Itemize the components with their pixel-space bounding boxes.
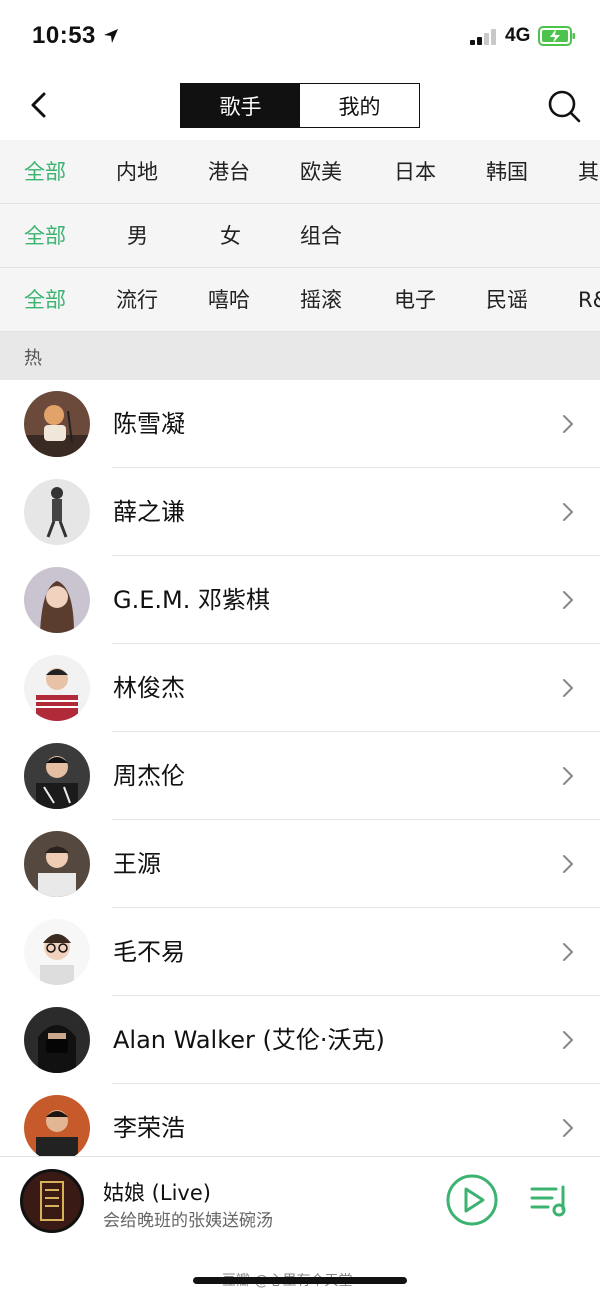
playlist-queue-icon[interactable]	[530, 1183, 570, 1217]
chevron-right-icon	[563, 503, 573, 521]
network-type: 4G	[505, 25, 531, 46]
artist-row[interactable]: 林俊杰	[0, 644, 600, 732]
avatar	[24, 655, 90, 721]
artist-name: 周杰伦	[113, 762, 185, 790]
chevron-right-icon	[563, 767, 573, 785]
gender-filter-row: 全部 男 女 组合	[0, 204, 600, 268]
chevron-right-icon	[563, 591, 573, 609]
cellular-signal-icon	[470, 29, 498, 45]
avatar	[24, 567, 90, 633]
filter-gender-group[interactable]: 组合	[300, 204, 342, 267]
chevron-right-icon	[563, 943, 573, 961]
avatar	[24, 479, 90, 545]
artist-row[interactable]: 薛之谦	[0, 468, 600, 556]
artist-name: 薛之谦	[113, 498, 185, 526]
battery-charging-icon	[538, 26, 575, 46]
status-bar: 10:53 4G	[0, 0, 600, 72]
filter-region-western[interactable]: 欧美	[300, 140, 342, 203]
now-playing-title: 姑娘 (Live)	[103, 1181, 211, 1205]
play-icon[interactable]	[445, 1173, 499, 1227]
artist-name: 陈雪凝	[113, 410, 185, 438]
top-nav: 歌手 我的	[0, 72, 600, 140]
artist-name: Alan Walker (艾伦·沃克)	[113, 1026, 385, 1054]
section-header-hot: 热	[0, 332, 600, 380]
section-title: 热	[24, 348, 42, 369]
artist-row[interactable]: 周杰伦	[0, 732, 600, 820]
avatar	[24, 919, 90, 985]
artist-row[interactable]: 陈雪凝	[0, 380, 600, 468]
filter-genre-hiphop[interactable]: 嘻哈	[208, 268, 250, 331]
filter-genre-all[interactable]: 全部	[24, 268, 66, 331]
filter-genre-pop[interactable]: 流行	[116, 268, 158, 331]
filter-region-hk-tw[interactable]: 港台	[208, 140, 250, 203]
tab-mine[interactable]: 我的	[300, 84, 419, 127]
avatar	[24, 743, 90, 809]
filter-gender-male[interactable]: 男	[127, 204, 148, 267]
genre-filter-row: 全部 流行 嘻哈 摇滚 电子 民谣 R&	[0, 268, 600, 332]
search-icon[interactable]	[546, 88, 582, 124]
avatar	[24, 1095, 90, 1161]
artist-row[interactable]: 毛不易	[0, 908, 600, 996]
artist-name: 林俊杰	[113, 674, 185, 702]
album-cover[interactable]	[20, 1169, 84, 1233]
chevron-right-icon	[563, 1031, 573, 1049]
tab-singers[interactable]: 歌手	[181, 84, 300, 127]
artist-row[interactable]: 王源	[0, 820, 600, 908]
back-arrow-icon[interactable]	[24, 90, 54, 120]
filter-region-japan[interactable]: 日本	[394, 140, 436, 203]
artist-name: 毛不易	[113, 938, 185, 966]
avatar	[24, 391, 90, 457]
filter-region-korea[interactable]: 韩国	[486, 140, 528, 203]
avatar	[24, 1007, 90, 1073]
filter-region-mainland[interactable]: 内地	[116, 140, 158, 203]
clock: 10:53	[32, 22, 96, 49]
chevron-right-icon	[563, 1119, 573, 1137]
filter-gender-all[interactable]: 全部	[24, 204, 66, 267]
filter-genre-rnb[interactable]: R&	[578, 268, 600, 331]
now-playing-lyric: 会给晚班的张姨送碗汤	[103, 1211, 273, 1231]
region-filter-row: 全部 内地 港台 欧美 日本 韩国 其	[0, 140, 600, 204]
filter-region-all[interactable]: 全部	[24, 140, 66, 203]
chevron-right-icon	[563, 855, 573, 873]
artist-name: 王源	[113, 850, 161, 878]
filter-genre-electronic[interactable]: 电子	[394, 268, 436, 331]
home-indicator	[193, 1277, 407, 1284]
location-arrow-icon	[104, 29, 118, 43]
filter-region-other[interactable]: 其	[578, 140, 599, 203]
filter-genre-folk[interactable]: 民谣	[486, 268, 528, 331]
chevron-right-icon	[563, 679, 573, 697]
mini-player[interactable]: 姑娘 (Live) 会给晚班的张姨送碗汤 豆瓣 @心里有个天堂	[0, 1156, 600, 1298]
filter-gender-female[interactable]: 女	[220, 204, 241, 267]
artist-row[interactable]: G.E.M. 邓紫棋	[0, 556, 600, 644]
artist-list: 陈雪凝 薛之谦 G.E.M. 邓紫棋 林俊杰 周杰伦 王源 毛不易 Alan W…	[0, 380, 600, 1172]
artist-row[interactable]: Alan Walker (艾伦·沃克)	[0, 996, 600, 1084]
segmented-control: 歌手 我的	[180, 83, 420, 128]
avatar	[24, 831, 90, 897]
chevron-right-icon	[563, 415, 573, 433]
filter-genre-rock[interactable]: 摇滚	[300, 268, 342, 331]
artist-name: G.E.M. 邓紫棋	[113, 586, 270, 614]
